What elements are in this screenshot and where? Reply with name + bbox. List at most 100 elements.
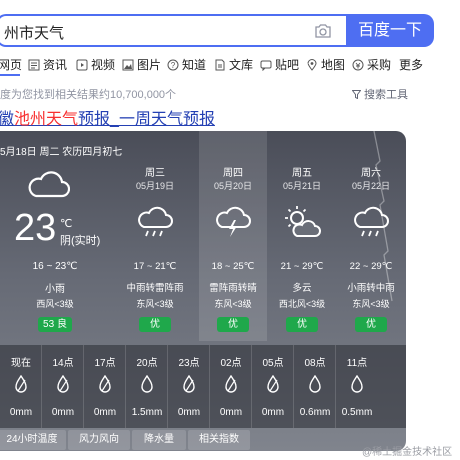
svg-text:?: ?	[171, 61, 176, 70]
day-condition: 多云	[292, 283, 312, 294]
day-temp-range: 21 ~ 29℃	[280, 261, 324, 272]
day-aqi-badge: 优	[139, 317, 171, 332]
day-aqi-badge: 优	[286, 317, 318, 332]
day-wind: 东风<3级	[214, 299, 252, 309]
forecast-day[interactable]: 周六 05月22日 22 ~ 29℃ 小雨转中雨 东风<3级 优	[337, 131, 405, 341]
today-temp-range: 16 ~ 23℃	[32, 261, 78, 272]
raindrop-icon	[15, 375, 27, 393]
weather-chart-tabs: 24小时温度 风力风向 降水量 相关指数	[0, 430, 406, 451]
hour-item: 23点 0mm	[168, 345, 210, 428]
tab-video[interactable]: 视频	[76, 56, 115, 73]
tab-zhidao[interactable]: ? 知道	[167, 56, 206, 73]
thunder-cloud-icon	[216, 206, 251, 237]
weather-date: 5月18日 周二 农历四月初七	[0, 147, 123, 158]
forecast-day[interactable]: 周五 05月21日 21 ~ 29℃ 多云 西北风<3级 优	[268, 131, 336, 341]
news-icon	[28, 59, 40, 70]
tab-more[interactable]: 更多	[399, 56, 423, 73]
result-title-link[interactable]: 徽池州天气预报_一周天气预报	[0, 105, 215, 129]
current-temperature: 23	[14, 207, 57, 249]
today-wind: 西风<3级	[36, 299, 74, 309]
hour-value: 0mm	[219, 407, 243, 418]
hour-value: 0mm	[9, 407, 33, 418]
hour-time: 20点	[136, 358, 158, 369]
today-condition: 小雨	[45, 284, 65, 295]
forecast-day[interactable]: 周四 05月20日 18 ~ 25℃ 雷阵雨转晴 东风<3级 优	[199, 131, 267, 341]
question-icon: ?	[167, 59, 179, 70]
hour-time: 23点	[178, 358, 200, 369]
search-results-page: 州市天气 百度一下 网页 资讯 视频 图片 ? 知道 文库 贴吧 地图 采购 更…	[0, 0, 460, 460]
tab-news[interactable]: 资讯	[28, 56, 67, 73]
hour-time: 11点	[346, 358, 368, 369]
hour-time: 17点	[94, 358, 116, 369]
tab-indices[interactable]: 相关指数	[188, 430, 250, 450]
hour-value: 0.5mm	[341, 407, 373, 418]
raindrop-icon	[309, 375, 321, 393]
weather-card: 5月18日 周二 农历四月初七 23 ℃ 阴(实时) 16 ~ 23℃ 小雨 西…	[0, 131, 406, 451]
raindrop-icon	[183, 375, 195, 393]
day-date: 05月19日	[135, 181, 175, 191]
hour-item: 05点 0mm	[252, 345, 294, 428]
hour-time: 05点	[262, 358, 284, 369]
tab-precipitation[interactable]: 降水量	[132, 430, 186, 450]
hour-value: 1.5mm	[131, 407, 163, 418]
day-date: 05月21日	[282, 181, 322, 191]
tab-tieba[interactable]: 贴吧	[260, 56, 299, 73]
result-count: 度为您找到相关结果约10,700,000个	[0, 89, 177, 101]
hour-value: 0mm	[51, 407, 75, 418]
search-tools-button[interactable]: 搜索工具	[352, 86, 408, 102]
raindrop-icon	[225, 375, 237, 393]
day-date: 05月22日	[351, 181, 391, 191]
camera-icon[interactable]	[314, 23, 332, 39]
hour-item: 11点 0.5mm	[336, 345, 378, 428]
image-icon	[122, 59, 134, 70]
temperature-unit: ℃	[60, 218, 73, 230]
hour-item: 17点 0mm	[84, 345, 126, 428]
hour-item: 02点 0mm	[210, 345, 252, 428]
map-icon	[307, 58, 317, 71]
tab-image[interactable]: 图片	[122, 56, 161, 73]
tab-24h-temperature[interactable]: 24小时温度	[0, 430, 66, 450]
hour-time: 现在	[11, 358, 31, 369]
day-name: 周六	[361, 168, 381, 179]
search-button[interactable]: 百度一下	[346, 14, 434, 47]
raindrop-icon	[99, 375, 111, 393]
day-condition: 雷阵雨转晴	[209, 283, 257, 294]
filter-icon	[352, 89, 361, 99]
day-wind: 东风<3级	[352, 299, 390, 309]
hour-item: 14点 0mm	[42, 345, 84, 428]
hourly-precipitation: 现在 0mm 14点 0mm 17点 0mm 20点 1.5mm 23点 0mm…	[0, 345, 406, 428]
rain-cloud-icon	[354, 206, 389, 237]
rain-cloud-icon	[138, 206, 173, 237]
search-box[interactable]: 州市天气	[0, 14, 346, 47]
hour-time: 02点	[220, 358, 242, 369]
day-date: 05月20日	[213, 181, 253, 191]
purchase-icon	[352, 59, 364, 70]
partly-cloudy-icon	[285, 206, 321, 237]
search-input[interactable]: 州市天气	[4, 22, 64, 43]
hour-value: 0mm	[261, 407, 285, 418]
day-name: 周四	[223, 168, 243, 179]
day-aqi-badge: 优	[355, 317, 387, 332]
doc-icon	[215, 59, 225, 70]
tab-wind[interactable]: 风力风向	[68, 430, 130, 450]
hour-item: 20点 1.5mm	[126, 345, 168, 428]
day-temp-range: 22 ~ 29℃	[349, 261, 393, 272]
hour-time: 08点	[304, 358, 326, 369]
tab-web[interactable]: 网页	[0, 56, 22, 73]
raindrop-icon	[351, 375, 363, 393]
tab-map[interactable]: 地图	[306, 56, 345, 73]
day-wind: 西北风<3级	[278, 299, 326, 309]
raindrop-icon	[141, 375, 153, 393]
cloud-icon	[28, 171, 70, 198]
tab-purchase[interactable]: 采购	[352, 56, 391, 73]
day-name: 周五	[292, 168, 312, 179]
raindrop-icon	[267, 375, 279, 393]
forecast-day[interactable]: 周三 05月19日 17 ~ 21℃ 中雨转雷阵雨 东风<3级 优	[121, 131, 189, 341]
video-icon	[76, 59, 88, 70]
hour-item: 现在 0mm	[0, 345, 42, 428]
tab-wenku[interactable]: 文库	[214, 56, 253, 73]
hour-value: 0mm	[93, 407, 117, 418]
today-aqi-badge[interactable]: 53 良	[38, 317, 72, 332]
day-condition: 小雨转中雨	[347, 283, 395, 294]
day-condition: 中雨转雷阵雨	[126, 283, 184, 294]
